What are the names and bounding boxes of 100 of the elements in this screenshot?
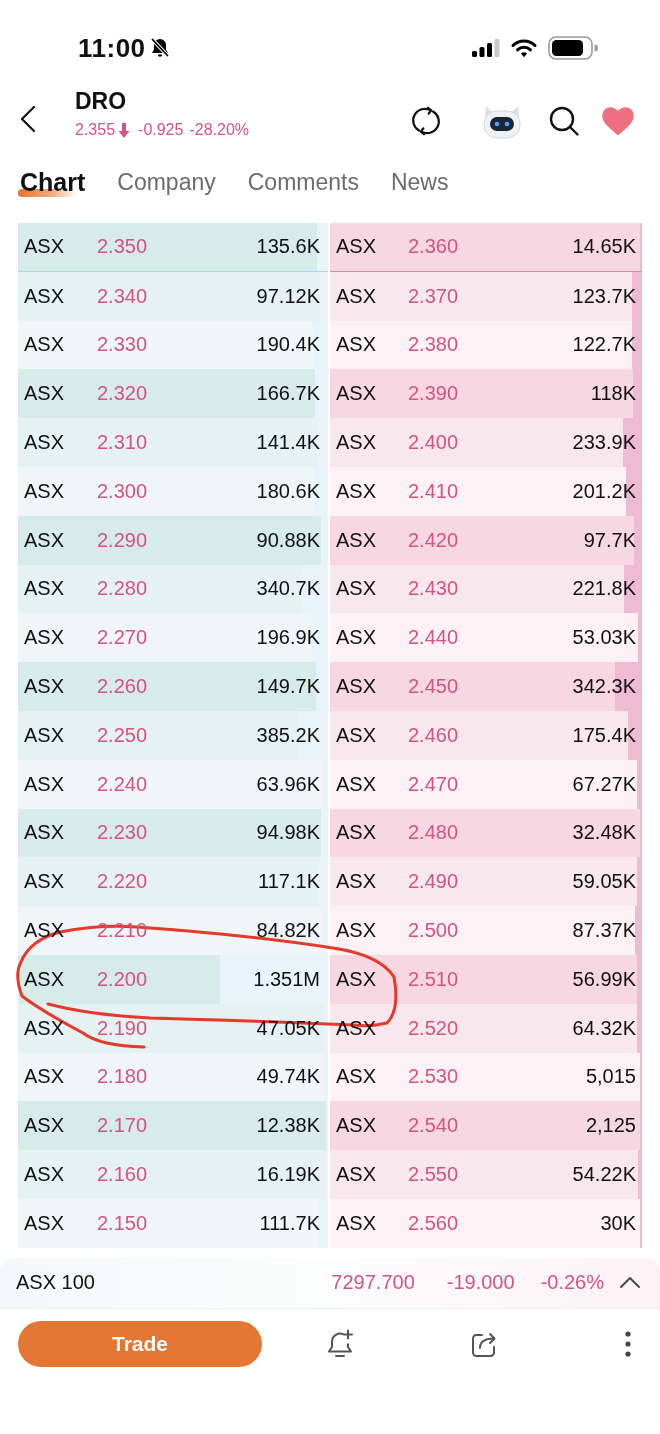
ask-volume: 201.2K (572, 479, 637, 503)
exchange-label: ASX (23, 382, 66, 406)
ask-volume: 30K (600, 1211, 637, 1235)
status-time: 11:00 (78, 33, 146, 63)
exchange-label: ASX (23, 967, 66, 991)
exchange-label: ASX (335, 1065, 378, 1089)
bid-volume: 90.88K (256, 528, 321, 552)
bid-volume: 385.2K (256, 723, 321, 747)
bid-volume: 49.74K (256, 1065, 321, 1089)
ask-price: 2.400 (408, 431, 459, 455)
ask-price: 2.470 (408, 772, 459, 796)
exchange-label: ASX (335, 382, 378, 406)
back-icon[interactable] (20, 105, 36, 133)
bid-price: 2.320 (97, 382, 148, 406)
bid-price: 2.250 (97, 723, 148, 747)
ask-price: 2.530 (408, 1065, 459, 1089)
bid-price: 2.240 (97, 772, 148, 796)
bid-volume: 190.4K (256, 333, 321, 357)
bid-volume: 84.82K (256, 919, 321, 943)
bid-volume: 180.6K (256, 479, 321, 503)
bid-volume: 141.4K (256, 431, 321, 455)
exchange-label: ASX (335, 723, 378, 747)
ask-volume: 342.3K (572, 675, 637, 699)
bid-volume: 63.96K (256, 772, 321, 796)
tab[interactable]: Company (117, 166, 216, 198)
index-percent-change: -0.26% (540, 1271, 604, 1295)
bid-price: 2.290 (97, 528, 148, 552)
bid-price: 2.350 (97, 235, 148, 259)
refresh-icon[interactable] (411, 106, 441, 136)
ask-price: 2.410 (408, 479, 459, 503)
exchange-label: ASX (23, 333, 66, 357)
exchange-label: ASX (23, 1211, 66, 1235)
ask-volume: 5,015 (585, 1065, 637, 1089)
bid-volume: 166.7K (256, 382, 321, 406)
trade-button[interactable]: Trade (18, 1320, 262, 1367)
bid-price: 2.160 (97, 1163, 148, 1187)
index-value: 7297.700 (331, 1271, 415, 1295)
stock-symbol: DRO (75, 87, 128, 115)
ask-volume: 32.48K (572, 821, 637, 845)
ask-volume: 122.7K (572, 333, 637, 357)
battery-icon (548, 36, 598, 60)
robot-icon[interactable] (482, 103, 522, 139)
tab[interactable]: News (390, 166, 449, 198)
ask-price: 2.390 (408, 382, 459, 406)
ask-volume: 118K (590, 382, 637, 406)
exchange-label: ASX (335, 528, 378, 552)
exchange-label: ASX (23, 772, 66, 796)
ask-price: 2.540 (408, 1114, 459, 1138)
bid-volume: 16.19K (256, 1163, 321, 1187)
exchange-label: ASX (335, 577, 378, 601)
index-change: -19.000 (446, 1271, 515, 1295)
search-icon[interactable] (549, 106, 579, 136)
caret-up-icon[interactable] (620, 1277, 640, 1289)
index-name: ASX 100 (16, 1271, 95, 1295)
bid-price: 2.310 (97, 431, 148, 455)
exchange-label: ASX (23, 235, 66, 259)
ask-volume: 175.4K (572, 723, 637, 747)
tab[interactable]: Chart (20, 166, 86, 198)
ask-volume: 123.7K (572, 284, 637, 308)
exchange-label: ASX (335, 431, 378, 455)
ask-price: 2.360 (408, 235, 459, 259)
bell-plus-icon[interactable] (326, 1328, 354, 1359)
ask-price: 2.560 (408, 1211, 459, 1235)
tab[interactable]: Comments (247, 166, 359, 198)
exchange-label: ASX (335, 675, 378, 699)
heart-icon[interactable] (601, 106, 635, 136)
price-change: -0.925 (138, 120, 184, 140)
exchange-label: ASX (23, 1016, 66, 1040)
exchange-label: ASX (23, 528, 66, 552)
bid-price: 2.150 (97, 1211, 148, 1235)
bid-volume: 1.351M (253, 967, 321, 991)
bid-volume: 117.1K (258, 870, 321, 894)
last-price: 2.355 (75, 120, 116, 140)
ask-volume: 87.37K (572, 919, 637, 943)
bid-price: 2.280 (97, 577, 148, 601)
bid-volume: 111.7K (259, 1211, 321, 1235)
ask-price: 2.380 (408, 333, 459, 357)
exchange-label: ASX (335, 235, 378, 259)
bid-price: 2.200 (97, 967, 148, 991)
exchange-label: ASX (23, 1163, 66, 1187)
exchange-label: ASX (23, 284, 66, 308)
ask-price: 2.460 (408, 723, 459, 747)
exchange-label: ASX (23, 723, 66, 747)
bid-price: 2.270 (97, 626, 148, 650)
ask-volume: 64.32K (572, 1016, 637, 1040)
ask-price: 2.510 (408, 967, 459, 991)
bid-volume: 135.6K (256, 235, 321, 259)
ask-price: 2.480 (408, 821, 459, 845)
bid-price: 2.330 (97, 333, 148, 357)
percent-change: -28.20% (189, 120, 249, 140)
ask-volume: 233.9K (572, 431, 637, 455)
bid-volume: 12.38K (256, 1114, 321, 1138)
bid-volume: 97.12K (256, 284, 321, 308)
exchange-label: ASX (335, 479, 378, 503)
more-icon[interactable] (625, 1330, 631, 1357)
signal-icon (472, 39, 500, 57)
bid-volume: 149.7K (256, 675, 321, 699)
bid-price: 2.300 (97, 479, 148, 503)
ask-price: 2.440 (408, 626, 459, 650)
exchange-label: ASX (335, 333, 378, 357)
